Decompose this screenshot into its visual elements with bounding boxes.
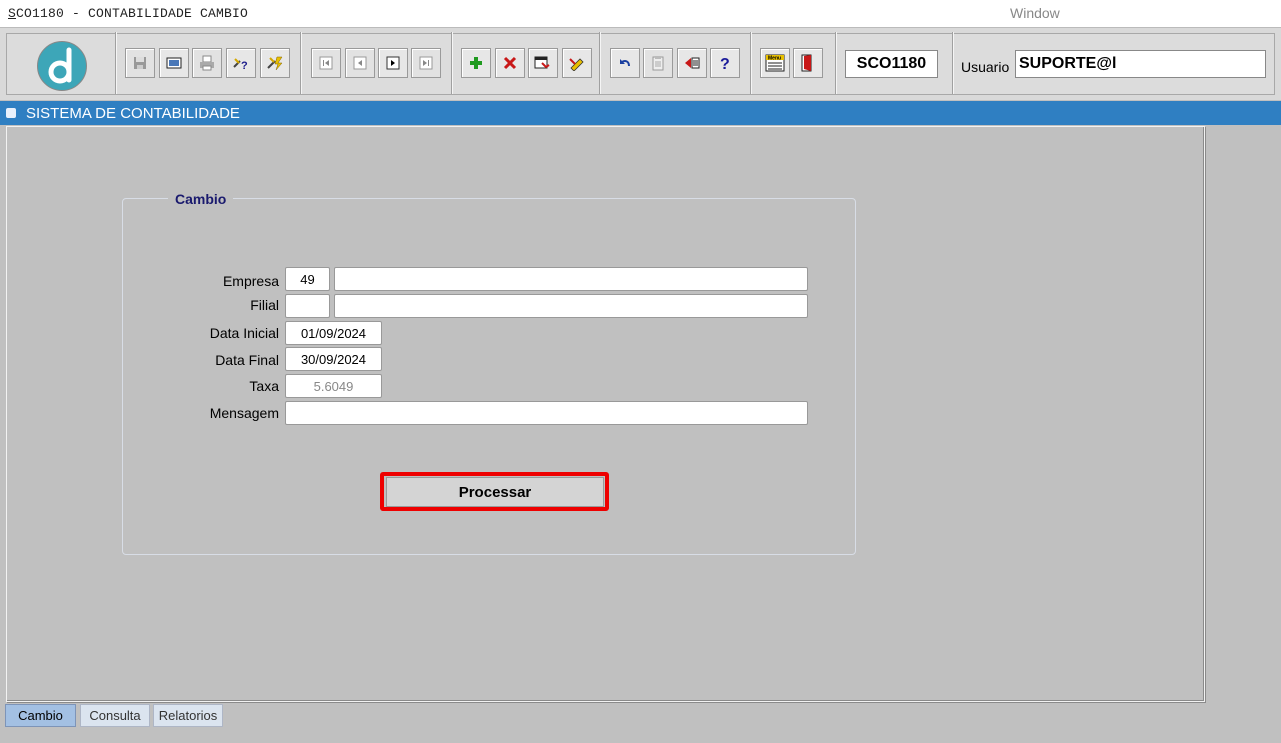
svg-text:Menu: Menu bbox=[768, 56, 781, 62]
tab-cambio[interactable]: Cambio bbox=[5, 704, 76, 727]
query-help-icon: ? bbox=[233, 58, 248, 71]
query-help-button[interactable]: ? bbox=[226, 48, 256, 78]
usuario-label: Usuario bbox=[961, 59, 1010, 75]
taxa-label: Taxa bbox=[249, 378, 279, 394]
save-icon bbox=[134, 57, 146, 69]
first-record-icon bbox=[319, 56, 333, 70]
toolbar-separator bbox=[300, 32, 301, 94]
print-button[interactable] bbox=[192, 48, 222, 78]
toolbar-separator bbox=[952, 32, 953, 94]
print-preview-button[interactable] bbox=[159, 48, 189, 78]
previous-record-icon bbox=[353, 56, 367, 70]
exit-icon bbox=[801, 54, 812, 72]
list-of-values-icon bbox=[685, 57, 700, 69]
execute-query-button[interactable] bbox=[260, 48, 290, 78]
first-record-button[interactable] bbox=[311, 48, 341, 78]
clear-record-button[interactable] bbox=[562, 48, 592, 78]
empresa-code-field[interactable]: 49 bbox=[285, 267, 330, 291]
taxa-field: 5.6049 bbox=[285, 374, 382, 398]
window-title: SCO1180 - CONTABILIDADE CAMBIO bbox=[8, 6, 248, 21]
insert-record-button[interactable] bbox=[461, 48, 491, 78]
app-logo bbox=[37, 41, 87, 91]
logo-icon bbox=[48, 47, 72, 84]
menu-icon: Menu bbox=[765, 54, 785, 72]
tab-consulta[interactable]: Consulta bbox=[80, 704, 150, 727]
last-record-icon bbox=[419, 56, 433, 70]
save-button[interactable] bbox=[125, 48, 155, 78]
svg-text:?: ? bbox=[720, 56, 730, 71]
empresa-label: Empresa bbox=[222, 273, 279, 289]
form-code-display: SCO1180 bbox=[845, 50, 938, 78]
edit-record-button[interactable] bbox=[528, 48, 558, 78]
system-title: SISTEMA DE CONTABILIDADE bbox=[26, 105, 240, 122]
last-record-button[interactable] bbox=[411, 48, 441, 78]
toolbar-separator bbox=[115, 32, 116, 94]
window-icon bbox=[6, 108, 16, 118]
exit-button[interactable] bbox=[793, 48, 823, 78]
filial-code-field[interactable] bbox=[285, 294, 330, 318]
svg-text:?: ? bbox=[241, 60, 248, 71]
previous-record-button[interactable] bbox=[345, 48, 375, 78]
toolbar-separator bbox=[599, 32, 600, 94]
insert-record-icon bbox=[470, 57, 482, 69]
clipboard-button[interactable] bbox=[643, 48, 673, 78]
filial-label: Filial bbox=[250, 297, 279, 313]
menu-button[interactable]: Menu bbox=[760, 48, 790, 78]
clipboard-icon bbox=[652, 56, 664, 71]
clear-record-icon bbox=[569, 58, 584, 71]
mensagem-label: Mensagem bbox=[209, 405, 279, 421]
print-icon bbox=[200, 55, 214, 71]
delete-record-icon bbox=[503, 56, 517, 70]
tab-relatorios[interactable]: Relatorios bbox=[153, 704, 223, 727]
toolbar-separator bbox=[750, 32, 751, 94]
window-title-mnemonic: S bbox=[8, 6, 17, 21]
toolbar-separator bbox=[451, 32, 452, 94]
next-record-icon bbox=[386, 56, 400, 70]
cambio-group-title: Cambio bbox=[168, 191, 234, 207]
filial-name-field[interactable] bbox=[334, 294, 808, 318]
list-of-values-button[interactable] bbox=[677, 48, 707, 78]
data-final-field[interactable]: 30/09/2024 bbox=[285, 347, 382, 371]
help-button[interactable]: ? bbox=[710, 48, 740, 78]
window-title-text: CO1180 - CONTABILIDADE CAMBIO bbox=[16, 6, 249, 21]
data-inicial-field[interactable]: 01/09/2024 bbox=[285, 321, 382, 345]
edit-record-icon bbox=[534, 56, 550, 69]
undo-icon bbox=[620, 59, 630, 67]
toolbar-separator bbox=[835, 32, 836, 94]
print-preview-icon bbox=[166, 57, 182, 69]
window-menu[interactable]: Window bbox=[1010, 5, 1060, 21]
help-icon: ? bbox=[720, 56, 730, 71]
mensagem-field[interactable] bbox=[285, 401, 808, 425]
undo-button[interactable] bbox=[610, 48, 640, 78]
data-inicial-label: Data Inicial bbox=[209, 325, 279, 341]
data-final-label: Data Final bbox=[215, 352, 279, 368]
execute-query-icon bbox=[267, 56, 283, 71]
delete-record-button[interactable] bbox=[495, 48, 525, 78]
usuario-field[interactable]: SUPORTE@l bbox=[1015, 50, 1266, 78]
processar-button[interactable]: Processar bbox=[386, 477, 604, 507]
empresa-name-field[interactable] bbox=[334, 267, 808, 291]
system-title-bar: SISTEMA DE CONTABILIDADE bbox=[0, 101, 1281, 125]
menu-bar: SCO1180 - CONTABILIDADE CAMBIO Window bbox=[0, 0, 1281, 27]
next-record-button[interactable] bbox=[378, 48, 408, 78]
